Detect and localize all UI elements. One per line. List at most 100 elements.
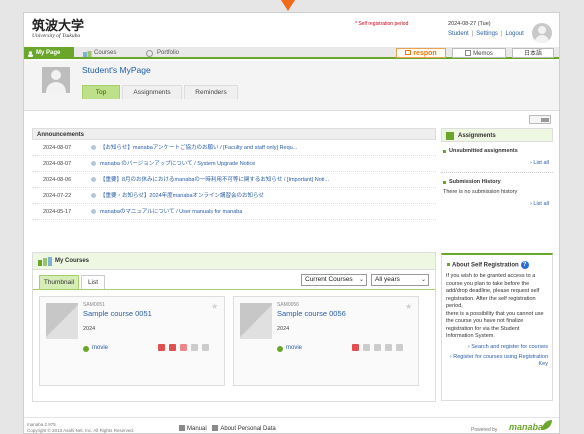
user-avatar[interactable] <box>532 23 552 43</box>
university-logo-title[interactable]: 筑波大学 <box>32 15 84 34</box>
announcement-icon <box>91 177 96 182</box>
page-title: Student's MyPage <box>82 65 151 75</box>
course-year: 2024 <box>83 326 96 332</box>
announcement-date: 2024-07-22 <box>43 193 72 199</box>
report-icon[interactable] <box>374 344 381 351</box>
announcement-item[interactable]: 2024-05-17 manabaのマニュアルについて / User manua… <box>32 204 436 220</box>
memo-icon <box>465 50 472 56</box>
respon-label: respon <box>413 50 437 57</box>
footer-links: Manual About Personal Data <box>179 425 276 432</box>
manual-link[interactable]: Manual <box>187 426 207 432</box>
logout-link[interactable]: Logout <box>506 31 524 37</box>
movie-link[interactable]: movie <box>83 345 108 352</box>
search-register-courses-link[interactable]: › Search and register for courses <box>446 344 548 351</box>
courses-icon <box>38 257 52 266</box>
announcement-link[interactable]: 【重要】8月のお休みにおけるmanabaの一時利用不可等に関するお知らせ / [… <box>100 172 430 187</box>
star-icon[interactable]: ★ <box>211 302 218 311</box>
user-icon <box>27 50 34 57</box>
assignment-icon[interactable] <box>169 344 176 351</box>
tab-assignments[interactable]: Assignments <box>122 85 182 99</box>
report-icon[interactable] <box>180 344 187 351</box>
page-pointer-arrow <box>281 0 295 11</box>
register-with-key-link[interactable]: › Register for courses using Registratio… <box>446 354 548 368</box>
announcement-icon <box>91 193 96 198</box>
mypage-header: Student's MyPage Top Assignments Reminde… <box>24 61 559 111</box>
list-all-link[interactable]: › List all <box>441 160 553 166</box>
settings-link[interactable]: Settings <box>476 31 498 37</box>
university-logo-subtitle: University of Tsukuba <box>32 33 81 39</box>
announcement-item[interactable]: 2024-07-22 【重要・お知らせ】2024年度manabaオンライン講習会… <box>32 188 436 204</box>
course-thumbnail[interactable] <box>240 303 272 339</box>
manaba-page: 筑波大学 University of Tsukuba * Self regist… <box>23 12 560 434</box>
tab-my-page-label: My Page <box>36 50 61 56</box>
announcement-item[interactable]: 2024-08-07 manaba のバージョンアップについて / System… <box>32 156 436 172</box>
course-card[interactable]: SAM0056 Sample course 0056 2024 ★ movie <box>233 296 419 386</box>
course-filter-select[interactable]: Current Courses ⌄ <box>301 274 367 286</box>
announcement-link[interactable]: manabaのマニュアルについて / User manuals for mana… <box>100 204 430 219</box>
announcement-link[interactable]: manaba のバージョンアップについて / System Upgrade No… <box>100 156 430 171</box>
tab-thumbnail[interactable]: Thumbnail <box>39 275 79 289</box>
my-courses-panel: My Courses Thumbnail List Current Course… <box>32 252 436 402</box>
course-name-link[interactable]: Sample course 0051 <box>83 309 152 318</box>
manaba-logo[interactable]: manaba <box>509 422 543 432</box>
download-icon[interactable] <box>396 344 403 351</box>
register-with-key-label: Register for courses using Registration … <box>453 353 548 367</box>
courses-icon <box>83 50 92 57</box>
submission-history-label: Submission History <box>441 179 553 185</box>
announcement-item[interactable]: 2024-08-07 【お知らせ】manabaアンケートご協力のお願い / [F… <box>32 140 436 156</box>
memos-button[interactable]: Memos <box>452 48 506 58</box>
year-filter-select[interactable]: All years ⌄ <box>371 274 429 286</box>
version-text: manaba 2.975 <box>27 422 56 427</box>
assignments-heading: Assignments <box>441 128 553 142</box>
announcement-icon <box>91 161 96 166</box>
course-code: SAM0051 <box>83 302 105 308</box>
tab-list[interactable]: List <box>81 275 105 289</box>
self-registration-panel: About Self Registration? If you wish to … <box>441 253 553 401</box>
thread-icon[interactable] <box>191 344 198 351</box>
course-card[interactable]: SAM0051 Sample course 0051 2024 ★ movie <box>39 296 225 386</box>
course-filter-value: Current Courses <box>305 276 353 283</box>
movie-link[interactable]: movie <box>277 345 302 352</box>
respon-button[interactable]: respon <box>396 48 446 58</box>
announcement-icon[interactable] <box>352 344 359 351</box>
download-icon[interactable] <box>202 344 209 351</box>
assignment-icon[interactable] <box>363 344 370 351</box>
tab-courses[interactable]: Courses <box>79 47 139 59</box>
student-avatar <box>42 67 70 93</box>
announcement-date: 2024-05-17 <box>43 209 72 215</box>
my-courses-heading: My Courses <box>33 253 435 270</box>
portfolio-icon <box>146 50 153 57</box>
assignments-heading-label: Assignments <box>458 133 496 139</box>
powered-by-text: Powered by <box>471 427 498 433</box>
copyright-text: Copyright © 2013 Asahi Net, Inc. All Rig… <box>27 428 135 433</box>
self-registration-period-notice[interactable]: * Self registration period <box>355 21 408 27</box>
announcements-heading: Announcements <box>32 128 436 140</box>
personal-data-icon <box>212 425 219 431</box>
star-icon[interactable]: ★ <box>405 302 412 311</box>
announcement-icon[interactable] <box>158 344 165 351</box>
tab-top[interactable]: Top <box>82 85 120 99</box>
course-thumbnail[interactable] <box>46 303 78 339</box>
student-link[interactable]: Student <box>448 31 469 37</box>
list-all-history-link[interactable]: › List all <box>441 201 553 207</box>
announcement-link[interactable]: 【重要・お知らせ】2024年度manabaオンライン講習会のお知らせ <box>100 188 430 203</box>
header-links: Student | Settings | Logout <box>448 31 524 37</box>
tab-portfolio[interactable]: Portfolio <box>142 47 202 59</box>
thread-icon[interactable] <box>385 344 392 351</box>
announcement-date: 2024-08-07 <box>43 161 72 167</box>
help-icon[interactable]: ? <box>520 261 529 269</box>
tab-my-page[interactable]: My Page <box>24 47 74 59</box>
personal-data-link[interactable]: About Personal Data <box>220 426 275 432</box>
manual-icon <box>179 425 185 431</box>
course-name-link[interactable]: Sample course 0056 <box>277 309 346 318</box>
language-button[interactable]: 日本語 <box>512 48 554 58</box>
announcement-link[interactable]: 【お知らせ】manabaアンケートご協力のお願い / [Faculty and … <box>100 140 430 155</box>
announcement-item[interactable]: 2024-08-06 【重要】8月のお休みにおけるmanabaの一時利用不可等に… <box>32 172 436 188</box>
self-registration-title: About Self Registration? <box>446 261 548 269</box>
site-header: 筑波大学 University of Tsukuba * Self regist… <box>24 13 559 47</box>
tab-reminders[interactable]: Reminders <box>184 85 238 99</box>
rss-feed-button[interactable] <box>529 115 551 124</box>
announcements-panel: Announcements 2024-08-07 【お知らせ】manabaアンケ… <box>32 128 436 225</box>
course-year: 2024 <box>277 326 290 332</box>
site-footer: manaba 2.975 Copyright © 2013 Asahi Net,… <box>24 417 559 434</box>
